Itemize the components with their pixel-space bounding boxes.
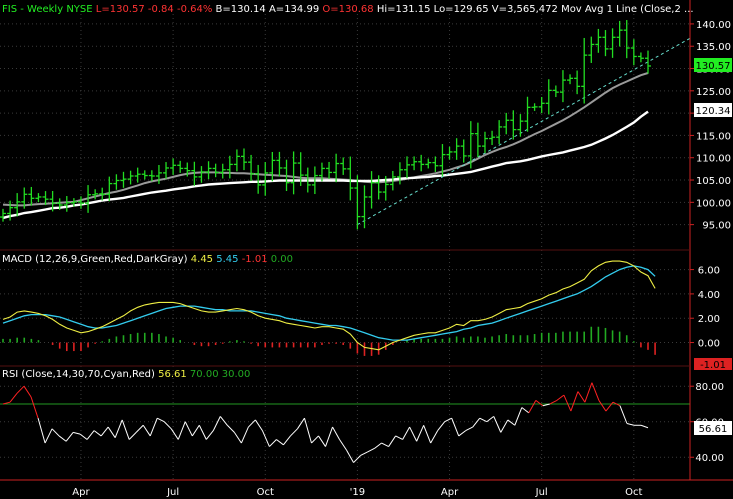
x-tick-label: Oct	[257, 487, 274, 498]
rsi-badge-text: 56.61	[699, 424, 728, 435]
x-tick-label: Apr	[72, 487, 90, 498]
price-tick-label: 105.00	[696, 176, 731, 187]
rsi-value: 56.61	[158, 369, 187, 380]
macd-title: MACD (12,26,9,Green,Red,DarkGray)	[2, 254, 188, 265]
bid-value: B=130.14	[216, 4, 266, 15]
period-label: Weekly	[27, 4, 63, 15]
macd-value: 4.45	[191, 254, 213, 265]
macd-tick-label: 2.00	[698, 314, 720, 325]
ask-value: A=134.99	[269, 4, 319, 15]
x-tick-label: '19	[350, 487, 365, 498]
exchange-label: NYSE	[66, 4, 92, 15]
price-tick-label: 100.00	[696, 198, 731, 209]
macd-hist-badge: -1.01	[694, 358, 732, 371]
open-value: O=130.68	[322, 4, 373, 15]
price-tick-label: 140.00	[696, 20, 731, 31]
rsi-oversold-value: 30.00	[222, 369, 251, 380]
last-price-badge: 130.57	[694, 58, 732, 72]
ma-title: Mov Avg 1 Line (Close,2 ...	[561, 4, 694, 15]
x-tick-label: Jul	[166, 487, 179, 498]
low-value: Lo=129.65	[434, 4, 489, 15]
rsi-title: RSI (Close,14,30,70,Cyan,Red)	[2, 369, 155, 380]
macd-header: MACD (12,26,9,Green,Red,DarkGray) 4.45 5…	[2, 254, 293, 265]
macd-tick-label: 6.00	[698, 266, 720, 277]
symbol-label: FIS	[2, 4, 17, 15]
price-tick-label: 95.00	[702, 221, 731, 232]
macd-hist-badge-text: -1.01	[700, 360, 726, 371]
last-price-badge-text: 130.57	[696, 61, 731, 72]
rsi-tick-label: 80.00	[695, 382, 724, 393]
macd-tick-label: 4.00	[698, 290, 720, 301]
header-line: FIS - Weekly NYSE L=130.57 -0.84 -0.64% …	[2, 4, 694, 15]
volume-value: V=3,565,472	[492, 4, 558, 15]
rsi-overbought-value: 70.00	[190, 369, 219, 380]
ma-badge: 120.34	[694, 103, 732, 117]
price-tick-label: 110.00	[696, 154, 731, 165]
rsi-tick-label: 40.00	[695, 453, 724, 464]
rsi-header: RSI (Close,14,30,70,Cyan,Red) 56.61 70.0…	[2, 369, 250, 380]
macd-tick-label: 0.00	[698, 339, 720, 350]
stock-chart: AprJulOct'19AprJulOct140.00135.00130.001…	[0, 0, 733, 499]
x-tick-label: Jul	[535, 487, 548, 498]
price-tick-label: 125.00	[696, 87, 731, 98]
change-value: -0.84	[148, 4, 174, 15]
price-tick-label: 115.00	[696, 131, 731, 142]
macd-zero-value: 0.00	[271, 254, 293, 265]
change-pct-value: -0.64%	[177, 4, 212, 15]
price-tick-label: 135.00	[696, 42, 731, 53]
x-tick-label: Apr	[441, 487, 459, 498]
ma-badge-text: 120.34	[696, 106, 731, 117]
x-tick-label: Oct	[625, 487, 642, 498]
last-value: L=130.57	[96, 4, 145, 15]
macd-signal-value: 5.45	[216, 254, 238, 265]
rsi-badge: 56.61	[694, 421, 732, 435]
high-value: Hi=131.15	[377, 4, 431, 15]
macd-hist-value: -1.01	[242, 254, 268, 265]
